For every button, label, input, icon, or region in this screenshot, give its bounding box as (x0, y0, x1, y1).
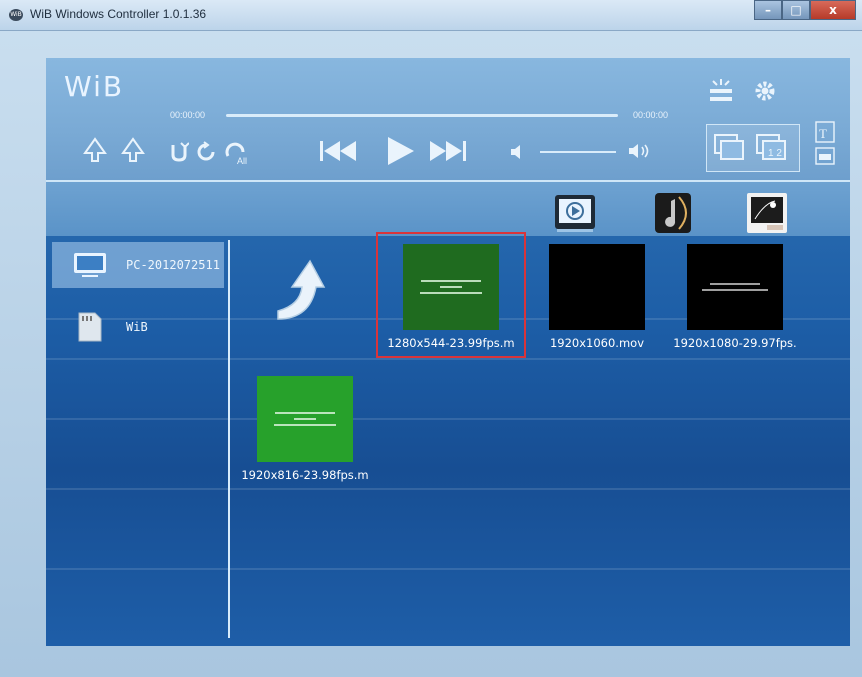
file-name: 1920x816-23.98fps.m (241, 468, 369, 482)
video-thumbnail (687, 244, 783, 330)
file-name: 1280x544-23.99fps.m (387, 336, 515, 350)
minimize-button[interactable]: – (754, 0, 782, 20)
title-bar: WiB WiB Windows Controller 1.0.1.36 – □ … (0, 0, 862, 31)
time-elapsed: 00:00:00 (170, 110, 206, 120)
background-wave (46, 358, 850, 360)
tab-music[interactable] (650, 190, 696, 236)
file-item[interactable]: 1920x1060.mov (522, 244, 672, 350)
text-size-icon[interactable]: T (814, 120, 836, 144)
eject-icon[interactable] (82, 136, 108, 164)
thumb-text-line (294, 418, 316, 420)
svg-text:T: T (819, 126, 827, 141)
thumb-text-line (440, 286, 462, 288)
time-total: 00:00:00 (633, 110, 669, 120)
sidebar-item-label: WiB (126, 320, 148, 334)
file-name: 1920x1080-29.97fps. (673, 336, 797, 350)
settings-gear-icon[interactable] (750, 76, 780, 106)
connect-icon[interactable] (706, 78, 736, 104)
sidebar-item-pc[interactable]: PC-2012072511 (52, 242, 224, 288)
previous-icon[interactable] (318, 138, 358, 164)
progress-bar[interactable] (226, 114, 618, 117)
thumb-text-line (421, 280, 481, 282)
tab-photo[interactable] (744, 190, 790, 236)
file-item[interactable]: 1280x544-23.99fps.m (376, 232, 526, 358)
volume-up-icon[interactable] (626, 140, 654, 162)
svg-text:All: All (237, 156, 247, 166)
background-wave (46, 488, 850, 490)
app-icon: WiB (9, 9, 23, 21)
dual-screen-icon[interactable]: 1 2 (754, 130, 790, 164)
window-controls: – □ x (754, 0, 856, 20)
close-button[interactable]: x (810, 0, 856, 20)
next-icon[interactable] (428, 138, 468, 164)
video-icon (555, 195, 595, 232)
sidebar-item-wib[interactable]: WiB (52, 304, 224, 350)
thumb-text-line (420, 292, 482, 294)
thumb-text-line (710, 283, 760, 285)
video-thumbnail (257, 376, 353, 462)
video-thumbnail (403, 244, 499, 330)
go-up-arrow-icon[interactable] (270, 253, 342, 325)
window-title: WiB Windows Controller 1.0.1.36 (30, 7, 207, 21)
monitor-icon (72, 250, 108, 280)
background-wave (46, 418, 850, 420)
app-panel: WiB 00:00:00 00:00:00 All 1 2 T PC-20120… (46, 58, 850, 646)
repeat-icon[interactable] (168, 140, 190, 164)
thumb-text-line (274, 424, 336, 426)
background-wave (46, 568, 850, 570)
eject-alt-icon[interactable] (120, 136, 146, 164)
file-item[interactable]: 1920x816-23.98fps.m (230, 376, 380, 482)
photo-icon (747, 193, 787, 233)
repeat-all-icon[interactable]: All (222, 140, 252, 166)
music-icon (655, 193, 691, 233)
file-name: 1920x1060.mov (549, 336, 645, 350)
sd-card-icon (72, 312, 108, 342)
file-item[interactable]: 1920x1080-29.97fps. (660, 244, 810, 350)
layout-icon[interactable] (814, 146, 836, 166)
repeat-one-icon[interactable] (194, 140, 218, 164)
wib-logo: WiB (64, 70, 125, 103)
video-thumbnail (549, 244, 645, 330)
thumb-text-line (275, 412, 335, 414)
single-screen-icon[interactable] (712, 130, 748, 164)
thumb-text-line (702, 289, 768, 291)
media-tabs-strip (46, 182, 850, 236)
volume-down-icon[interactable] (508, 142, 528, 162)
volume-slider[interactable] (540, 151, 616, 153)
tab-video[interactable] (552, 190, 598, 236)
svg-text:1 2: 1 2 (768, 148, 782, 159)
play-icon[interactable] (382, 134, 418, 168)
sidebar-item-label: PC-2012072511 (126, 258, 220, 272)
player-toolbar: WiB 00:00:00 00:00:00 All 1 2 T (46, 58, 850, 182)
maximize-button[interactable]: □ (782, 0, 810, 20)
